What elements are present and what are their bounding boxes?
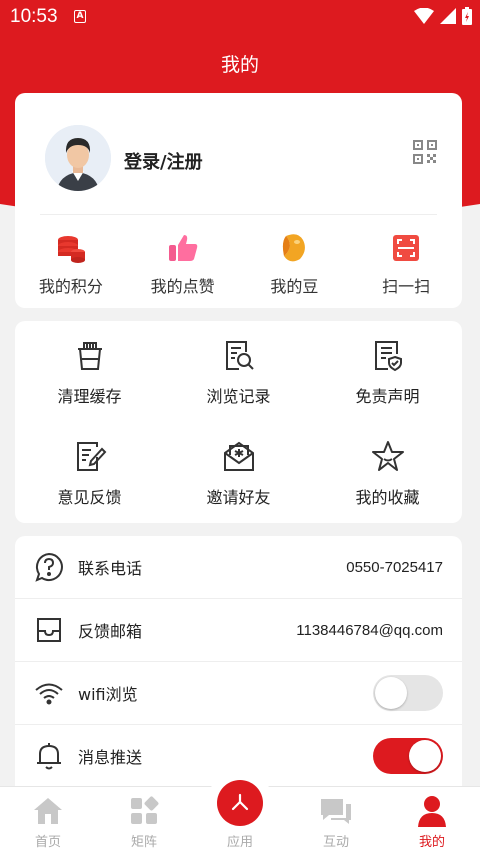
divider <box>40 214 437 215</box>
contact-phone-label: 联系电话 <box>78 559 143 578</box>
feedback-icon <box>76 442 106 471</box>
tool-clear-cache[interactable]: 清理缓存 <box>15 321 164 422</box>
tools-card: 清理缓存 浏览记录 免责声明 意见反馈 邀请好友 我的收藏 <box>15 321 462 523</box>
thumbs-up-icon <box>168 235 197 261</box>
center-apps-circle <box>217 780 263 826</box>
center-apps-button[interactable] <box>207 770 273 836</box>
quick-item-likes[interactable]: 我的点赞 <box>127 231 239 297</box>
tab-label: 矩阵 <box>130 835 157 850</box>
disclaimer-icon <box>374 341 402 372</box>
coins-icon <box>57 236 85 263</box>
page-title: 我的 <box>220 54 259 76</box>
feedback-email-label: 反馈邮箱 <box>78 622 143 641</box>
chat-icon <box>321 799 351 824</box>
avatar[interactable] <box>45 125 111 191</box>
bell-icon <box>37 743 61 770</box>
quick-item-label: 我的点赞 <box>150 277 215 296</box>
wifi-browse-label: wifi浏览 <box>78 685 138 704</box>
tool-disclaimer[interactable]: 免责声明 <box>313 321 462 422</box>
status-time: 10:53 <box>10 6 58 27</box>
feedback-email-row[interactable]: 反馈邮箱 1138446784@qq.com <box>15 599 462 662</box>
quick-item-beans[interactable]: 我的豆 <box>239 231 351 297</box>
feedback-email-value: 1138446784@qq.com <box>296 621 443 639</box>
status-icons <box>414 7 472 25</box>
battery-icon <box>462 7 472 25</box>
settings-card: 联系电话 0550-7025417 反馈邮箱 1138446784@qq.com… <box>15 536 462 806</box>
push-notification-label: 消息推送 <box>78 748 143 767</box>
tool-label: 我的收藏 <box>355 488 420 507</box>
apps-icon <box>231 793 249 811</box>
toggle-knob <box>409 740 441 772</box>
wifi-browse-toggle[interactable] <box>373 675 443 711</box>
tool-label: 邀请好友 <box>206 488 271 507</box>
tab-home[interactable]: 首页 <box>0 787 96 853</box>
default-avatar-icon <box>45 125 111 191</box>
notification-icon: A <box>74 10 86 23</box>
toggle-knob <box>375 677 407 709</box>
quick-item-label: 我的积分 <box>38 277 103 296</box>
contact-phone-row[interactable]: 联系电话 0550-7025417 <box>15 536 462 599</box>
history-icon <box>225 341 254 370</box>
wifi-signal-icon <box>414 8 434 24</box>
tool-favorites[interactable]: 我的收藏 <box>313 422 462 523</box>
tool-label: 意见反馈 <box>57 488 122 507</box>
tab-label: 互动 <box>322 835 349 850</box>
tool-feedback[interactable]: 意见反馈 <box>15 422 164 523</box>
matrix-icon <box>131 796 159 824</box>
tab-label: 首页 <box>34 835 61 850</box>
inbox-icon <box>37 618 61 642</box>
contact-phone-value: 0550-7025417 <box>346 558 443 576</box>
home-icon <box>34 798 62 824</box>
quick-item-points[interactable]: 我的积分 <box>15 231 127 297</box>
push-notification-toggle[interactable] <box>373 738 443 774</box>
tool-label: 浏览记录 <box>206 387 271 406</box>
tool-label: 免责声明 <box>355 387 420 406</box>
quick-item-label: 我的豆 <box>270 277 319 296</box>
quick-item-scan[interactable]: 扫一扫 <box>350 231 462 297</box>
user-icon <box>418 796 446 827</box>
invite-icon <box>223 441 254 471</box>
star-icon <box>371 441 404 471</box>
tool-invite-friends[interactable]: 邀请好友 <box>164 422 313 523</box>
tab-mine[interactable]: 我的 <box>384 787 480 853</box>
status-bar: 10:53 A <box>0 0 480 34</box>
tab-matrix[interactable]: 矩阵 <box>96 787 192 853</box>
question-bubble-icon <box>35 552 63 582</box>
quick-item-label: 扫一扫 <box>382 277 431 296</box>
tab-label: 我的 <box>418 835 445 850</box>
tool-browse-history[interactable]: 浏览记录 <box>164 321 313 422</box>
wifi-browse-row: wifi浏览 <box>15 662 462 725</box>
scan-icon <box>393 235 420 261</box>
trash-icon <box>77 342 102 370</box>
bean-icon <box>283 234 306 262</box>
wifi-icon <box>35 683 63 705</box>
tool-label: 清理缓存 <box>57 387 122 406</box>
quick-actions: 我的积分 我的点赞 我的豆 扫一扫 <box>15 231 462 297</box>
cell-signal-icon <box>440 8 456 24</box>
qr-code-icon[interactable] <box>413 140 437 164</box>
profile-card: 登录/注册 我的积分 我的点赞 我的豆 扫一扫 <box>15 93 462 308</box>
login-register-link[interactable]: 登录/注册 <box>124 148 203 174</box>
tab-interaction[interactable]: 互动 <box>288 787 384 853</box>
